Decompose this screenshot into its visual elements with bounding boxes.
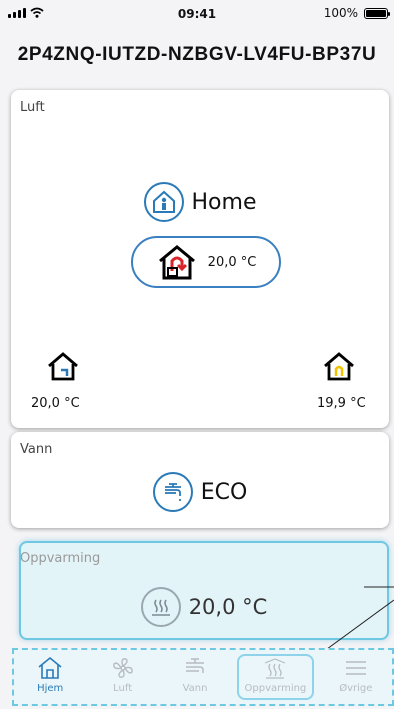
fan-icon xyxy=(112,658,133,678)
nav-home-label: Hjem xyxy=(37,683,64,694)
supply-temp-pill[interactable]: 20,0 °C xyxy=(131,236,281,288)
supply-temp-value: 20,0 °C xyxy=(207,254,257,270)
water-tap-icon xyxy=(152,472,193,512)
vann-mode-text: ECO xyxy=(200,479,248,505)
luft-card-label: Luft xyxy=(20,100,45,115)
battery-percent: 100% xyxy=(323,6,358,20)
device-id-title: 2P4ZNQ-IUTZD-NZBGV-LV4FU-BP37U xyxy=(17,44,377,65)
home-icon xyxy=(38,656,62,679)
floor-heating-icon xyxy=(140,587,181,627)
nav-oppvarming-label: Oppvarming xyxy=(244,683,307,694)
nav-ovrige[interactable]: Øvrige xyxy=(320,650,392,704)
luft-card[interactable]: Luft Home 20,0 °C 20,0 °C 19,9 °C xyxy=(11,90,389,428)
oppvarming-temp-value: 20,0 °C xyxy=(188,595,268,619)
status-bar: 09:41 100% xyxy=(0,0,394,28)
vann-mode-row[interactable]: ECO xyxy=(11,472,389,512)
oppvarming-card[interactable]: Oppvarming 20,0 °C xyxy=(19,541,389,640)
tap-icon xyxy=(186,658,205,673)
home-mode-icon xyxy=(143,182,184,222)
vann-card-label: Vann xyxy=(20,442,53,457)
supply-air-house-icon xyxy=(158,245,195,280)
oppvarming-mode-row[interactable]: 20,0 °C xyxy=(21,587,387,627)
luft-mode-row[interactable]: Home xyxy=(11,182,389,222)
outdoor-air-house-icon xyxy=(48,352,78,381)
vann-card[interactable]: Vann ECO xyxy=(11,432,389,528)
extract-temp-value: 19,9 °C xyxy=(317,396,366,411)
nav-ovrige-label: Øvrige xyxy=(339,683,373,694)
clock: 09:41 xyxy=(177,7,217,21)
nav-oppvarming[interactable]: Oppvarming xyxy=(237,654,314,700)
connectivity xyxy=(8,7,44,18)
oppvarming-card-label: Oppvarming xyxy=(20,551,101,566)
nav-luft[interactable]: Luft xyxy=(86,650,158,704)
luft-mode-text: Home xyxy=(191,189,257,215)
signal-icon xyxy=(8,8,26,18)
heating-icon xyxy=(265,658,286,679)
nav-luft-label: Luft xyxy=(113,683,133,694)
outdoor-temp-value: 20,0 °C xyxy=(31,396,80,411)
menu-icon xyxy=(345,661,366,675)
wifi-icon xyxy=(30,7,44,18)
bottom-navigation: Hjem Luft Vann Oppvarming Øvrige xyxy=(12,648,394,706)
nav-vann-label: Vann xyxy=(182,683,208,694)
battery-icon xyxy=(364,7,390,19)
nav-vann[interactable]: Vann xyxy=(159,650,231,704)
nav-home[interactable]: Hjem xyxy=(14,650,86,704)
extract-air-house-icon xyxy=(324,352,354,381)
